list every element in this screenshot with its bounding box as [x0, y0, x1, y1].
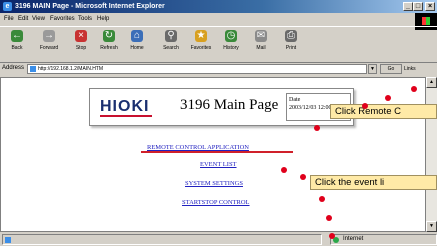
search-icon: ⚲ [165, 30, 177, 42]
menu-tools[interactable]: Tools [78, 14, 92, 25]
home-button[interactable]: ⌂ Home [124, 30, 150, 60]
home-label: Home [130, 45, 144, 51]
callout-dot [326, 215, 332, 221]
page-content: HIOKI 3196 Main Page Date 2003/12/03 12:… [0, 77, 426, 232]
link-startstop-control[interactable]: STARTSTOP CONTROL [182, 199, 250, 206]
search-button[interactable]: ⚲ Search [158, 30, 184, 60]
callout-dot [300, 174, 306, 180]
callout-remote: Click Remote C [330, 104, 437, 119]
mail-icon: ✉ [255, 30, 267, 42]
hioki-logo: HIOKI [100, 98, 150, 115]
print-icon: ⎙ [285, 30, 297, 42]
stop-label: Stop [75, 45, 87, 51]
callout-dot [319, 196, 325, 202]
callout-dot [281, 167, 287, 173]
menu-favorites[interactable]: Favorites [50, 14, 75, 25]
search-label: Search [163, 45, 179, 51]
callout-dot [329, 233, 335, 239]
browser-window: e 3196 MAIN Page - Microsoft Internet Ex… [0, 0, 437, 246]
menu-bar: File Edit View Favorites Tools Help [0, 14, 437, 25]
status-zone: Internet [330, 234, 437, 245]
address-bar: Address http://192.168.1.2/MAIN.HTM ▼ Go… [0, 62, 437, 76]
link-event-list[interactable]: EVENT LIST [200, 161, 237, 168]
maximize-button[interactable]: □ [413, 2, 423, 11]
logo-underline [100, 115, 152, 117]
zone-label: Internet [343, 236, 364, 242]
address-url: http://192.168.1.2/MAIN.HTM [38, 66, 104, 72]
address-dropdown-button[interactable]: ▼ [368, 64, 377, 74]
page-icon [30, 66, 36, 72]
page-title: 3196 Main Page [180, 97, 279, 113]
ie-logo-icon: e [3, 2, 12, 11]
back-arrow-icon: ← [11, 30, 23, 42]
callout-dot [411, 86, 417, 92]
mail-label: Mail [256, 45, 266, 51]
history-label: History [223, 45, 239, 51]
links-button[interactable]: Links [404, 64, 434, 74]
back-button[interactable]: ← Back [4, 30, 30, 60]
scroll-down-icon[interactable]: ▼ [426, 221, 437, 232]
history-icon: ◷ [225, 30, 237, 42]
vertical-scrollbar[interactable]: ▲ ▼ [426, 77, 437, 232]
address-label: Address [2, 65, 25, 71]
forward-arrow-icon: → [43, 30, 55, 42]
forward-label: Forward [39, 45, 59, 51]
print-label: Print [285, 45, 297, 51]
favorites-icon: ★ [195, 30, 207, 42]
back-label: Back [11, 45, 23, 51]
date-label: Date [289, 97, 301, 103]
address-input[interactable]: http://192.168.1.2/MAIN.HTM [27, 64, 367, 74]
refresh-label: Refresh [100, 45, 118, 51]
menu-help[interactable]: Help [97, 14, 109, 25]
callout-dot [362, 103, 368, 109]
callout-dot [314, 125, 320, 131]
mail-button[interactable]: ✉ Mail [248, 30, 274, 60]
favorites-label: Favorites [190, 45, 212, 51]
link-remote-control-application[interactable]: REMOTE CONTROL APPLICATION [147, 144, 249, 151]
favorites-button[interactable]: ★ Favorites [188, 30, 214, 60]
status-text [2, 234, 322, 245]
remote-highlight-underline [141, 151, 293, 153]
menu-view[interactable]: View [32, 14, 45, 25]
callout-dot [385, 95, 391, 101]
go-button[interactable]: Go [380, 64, 402, 74]
link-system-settings[interactable]: SYSTEM SETTINGS [185, 180, 243, 187]
stop-icon: × [75, 30, 87, 42]
home-icon: ⌂ [131, 30, 143, 42]
callout-event: Click the event li [310, 175, 437, 190]
print-button[interactable]: ⎙ Print [278, 30, 304, 60]
refresh-button[interactable]: ↻ Refresh [96, 30, 122, 60]
refresh-icon: ↻ [103, 30, 115, 42]
minimize-button[interactable]: _ [403, 2, 413, 11]
title-bar: e 3196 MAIN Page - Microsoft Internet Ex… [0, 0, 437, 13]
window-title: 3196 MAIN Page - Microsoft Internet Expl… [15, 3, 165, 10]
page-done-icon [5, 237, 11, 243]
toolbar: ← Back → Forward × Stop ↻ Refresh ⌂ Home… [0, 26, 437, 63]
scroll-up-icon[interactable]: ▲ [426, 77, 437, 88]
close-button[interactable]: × [425, 2, 435, 11]
status-bar: Internet [0, 233, 437, 246]
menu-edit[interactable]: Edit [18, 14, 28, 25]
menu-file[interactable]: File [4, 14, 14, 25]
stop-button[interactable]: × Stop [68, 30, 94, 60]
forward-button[interactable]: → Forward [36, 30, 62, 60]
history-button[interactable]: ◷ History [218, 30, 244, 60]
page-header: HIOKI 3196 Main Page Date 2003/12/03 12:… [89, 88, 354, 126]
